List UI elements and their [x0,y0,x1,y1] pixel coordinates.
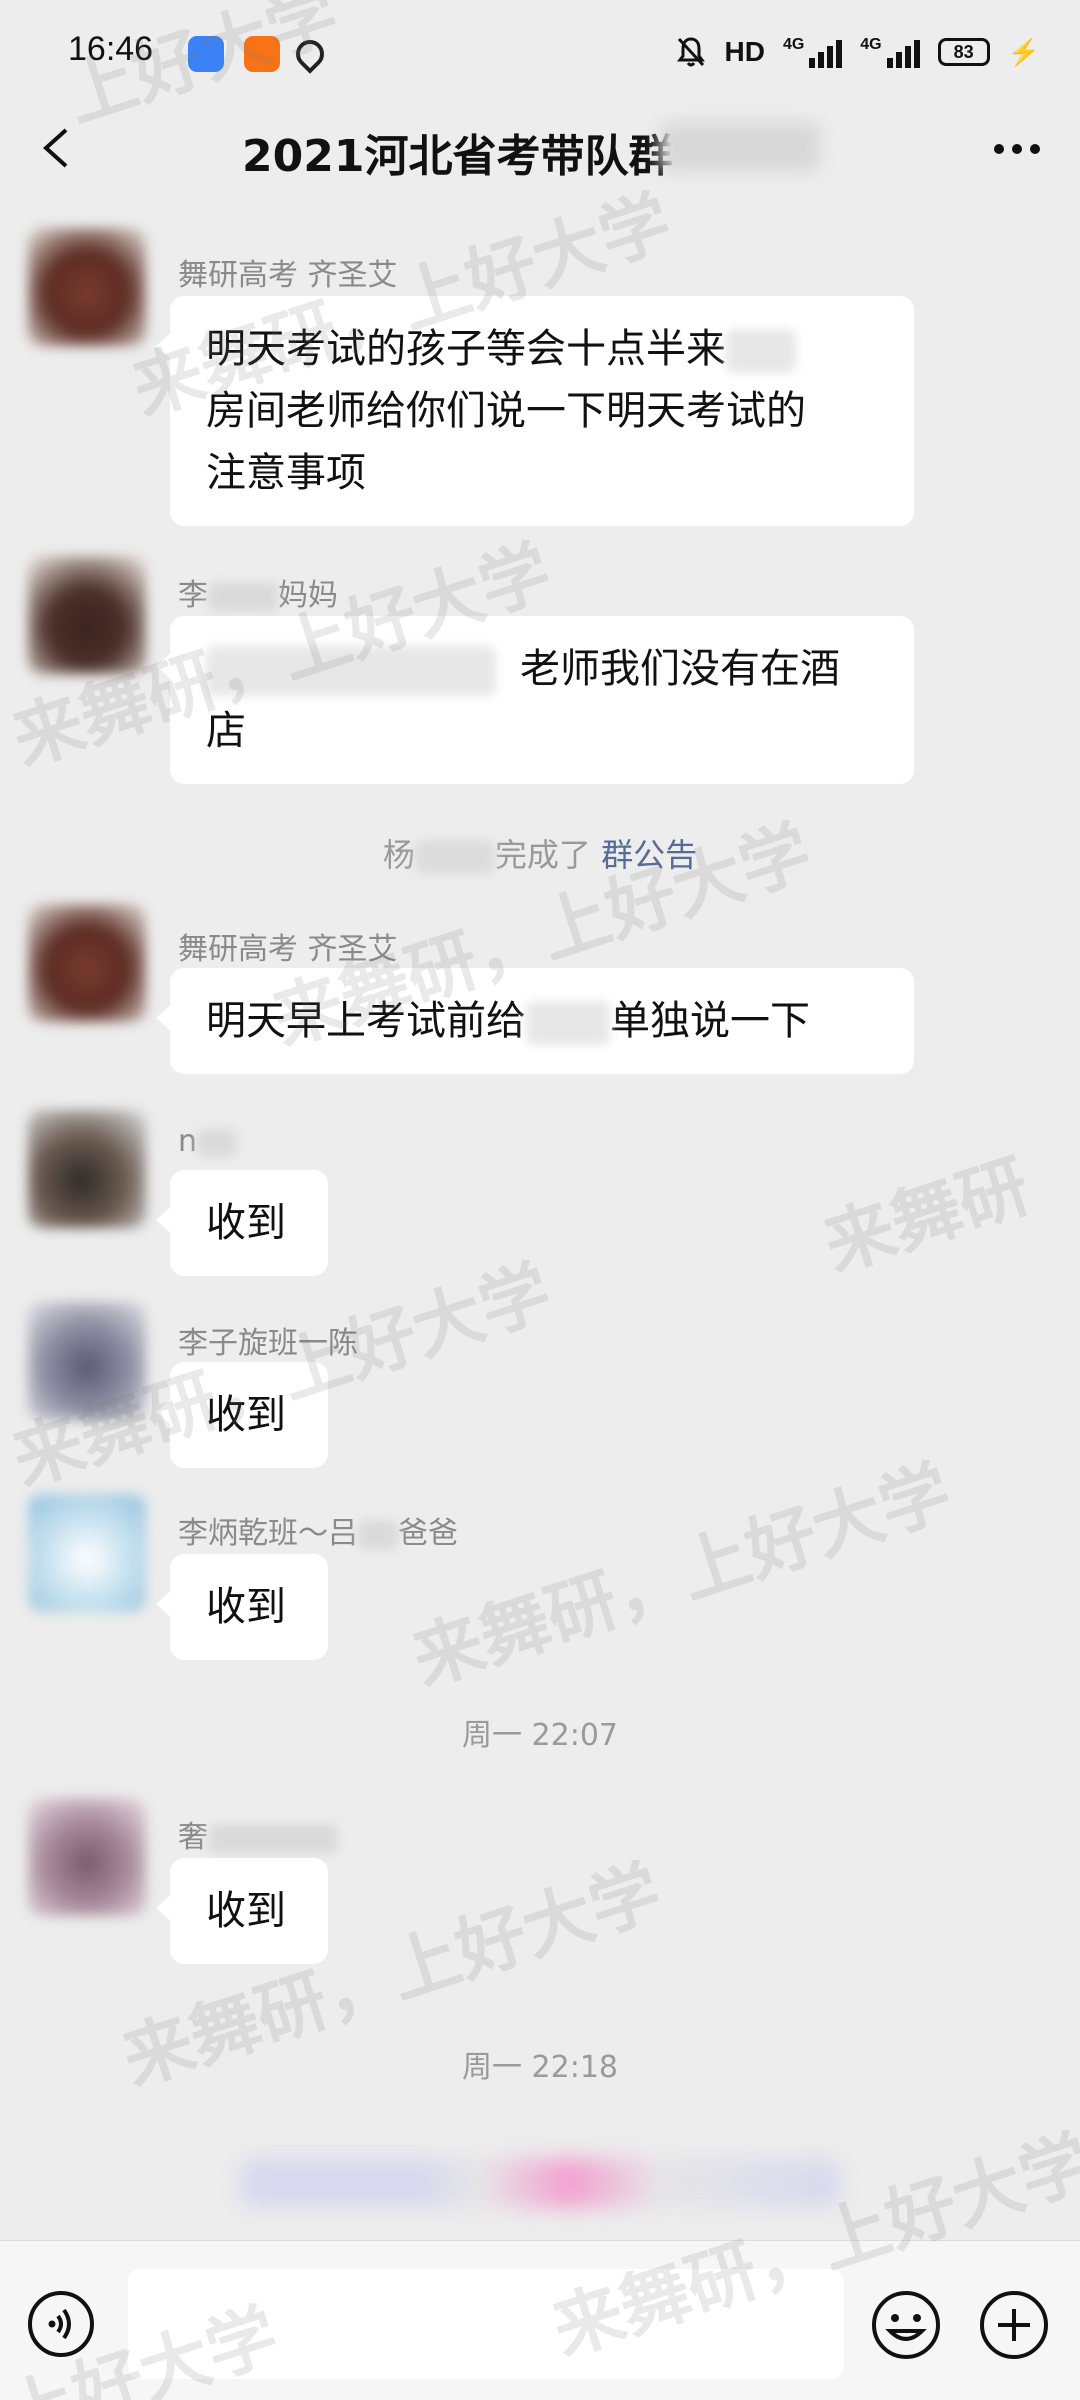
message-text: 收到 [206,1200,286,1246]
emoji-icon[interactable] [870,2289,942,2361]
message-app-icon [188,36,224,72]
redacted-title-part [660,122,820,172]
signal-icon: 4G [783,36,843,68]
back-icon[interactable] [36,126,80,170]
location-icon [290,34,330,74]
sport-app-icon [244,36,280,72]
message-text: 明天考试的孩子等会十点半来 [206,326,726,372]
message-text: 收到 [206,1392,286,1438]
avatar[interactable] [28,1302,146,1420]
redacted-text [197,1128,238,1157]
plus-icon[interactable] [978,2289,1050,2361]
timestamp-divider: 周一 22:07 [462,1718,618,1753]
message-text: 注意事项 [206,450,366,496]
redacted-text [206,646,496,696]
avatar[interactable] [28,1798,146,1916]
redacted-text [208,1823,338,1854]
voice-icon[interactable] [26,2289,96,2359]
status-bar: 16:46 HD 4G 4G 83 ⚡ [0,0,1080,108]
message-bubble[interactable]: 收到 [156,1858,328,1964]
charging-icon: ⚡ [1007,36,1040,67]
redacted-text [526,1001,610,1045]
avatar[interactable] [28,1494,146,1612]
sender-name: 舞研高考 齐圣艾 [178,258,398,293]
sender-name: 李子旋班一陈 [178,1326,358,1361]
sender-name: 李炳乾班～吕 爸爸 [178,1516,458,1551]
message-text: 单独说一下 [610,998,810,1044]
avatar[interactable] [28,228,146,346]
redacted-text [358,1519,398,1550]
more-options-icon[interactable] [990,134,1044,164]
redacted-text [208,581,278,612]
message-bubble[interactable]: 明天考试的孩子等会十点半来 房间老师给你们说一下明天考试的 注意事项 [156,296,914,526]
message-text: 店 [206,708,246,754]
avatar[interactable] [28,1110,146,1228]
redacted-text [726,329,796,373]
message-text: 老师我们没有在酒 [520,646,840,692]
message-bubble[interactable]: 明天早上考试前给 单独说一下 [156,968,914,1074]
sender-name: n [178,1124,238,1159]
message-list[interactable]: 舞研高考 齐圣艾 明天考试的孩子等会十点半来 房间老师给你们说一下明天考试的 注… [0,210,1080,2240]
message-bubble[interactable]: 收到 [156,1554,328,1660]
hd-indicator: HD [724,36,765,67]
message-text: 收到 [206,1888,286,1934]
chat-header: 2021河北省考带队群 [0,108,1080,188]
message-text: 房间老师给你们说一下明天考试的 [206,388,806,434]
message-text: 收到 [206,1584,286,1630]
status-time: 16:46 [68,30,154,68]
sender-name: 李妈妈 [178,578,338,613]
message-input[interactable] [128,2269,844,2379]
bell-muted-icon [676,36,706,68]
avatar[interactable] [28,556,146,674]
chat-screen: 16:46 HD 4G 4G 83 ⚡ 2021河北省考带队群 舞研高考 齐圣艾… [0,0,1080,2400]
avatar[interactable] [28,904,146,1022]
sender-name: 舞研高考 齐圣艾 [178,932,398,967]
group-notice-link[interactable]: 群公告 [601,836,697,874]
sender-name: 奢 [178,1812,338,1856]
input-bar [0,2240,1080,2400]
message-bubble[interactable]: 收到 [156,1362,328,1468]
message-bubble[interactable]: 老师我们没有在酒 店 [156,616,914,784]
system-notice: 杨完成了 群公告 [382,836,698,874]
redacted-message [240,2158,840,2208]
timestamp-divider: 周一 22:18 [462,2050,618,2085]
signal-icon-2: 4G [860,36,920,68]
message-bubble[interactable]: 收到 [156,1170,328,1276]
group-title: 2021河北省考带队群 [242,131,673,182]
message-text: 明天早上考试前给 [206,998,526,1044]
status-indicators: HD 4G 4G 83 ⚡ [676,30,1040,74]
battery-icon: 83 [937,38,990,66]
redacted-text [414,840,495,874]
